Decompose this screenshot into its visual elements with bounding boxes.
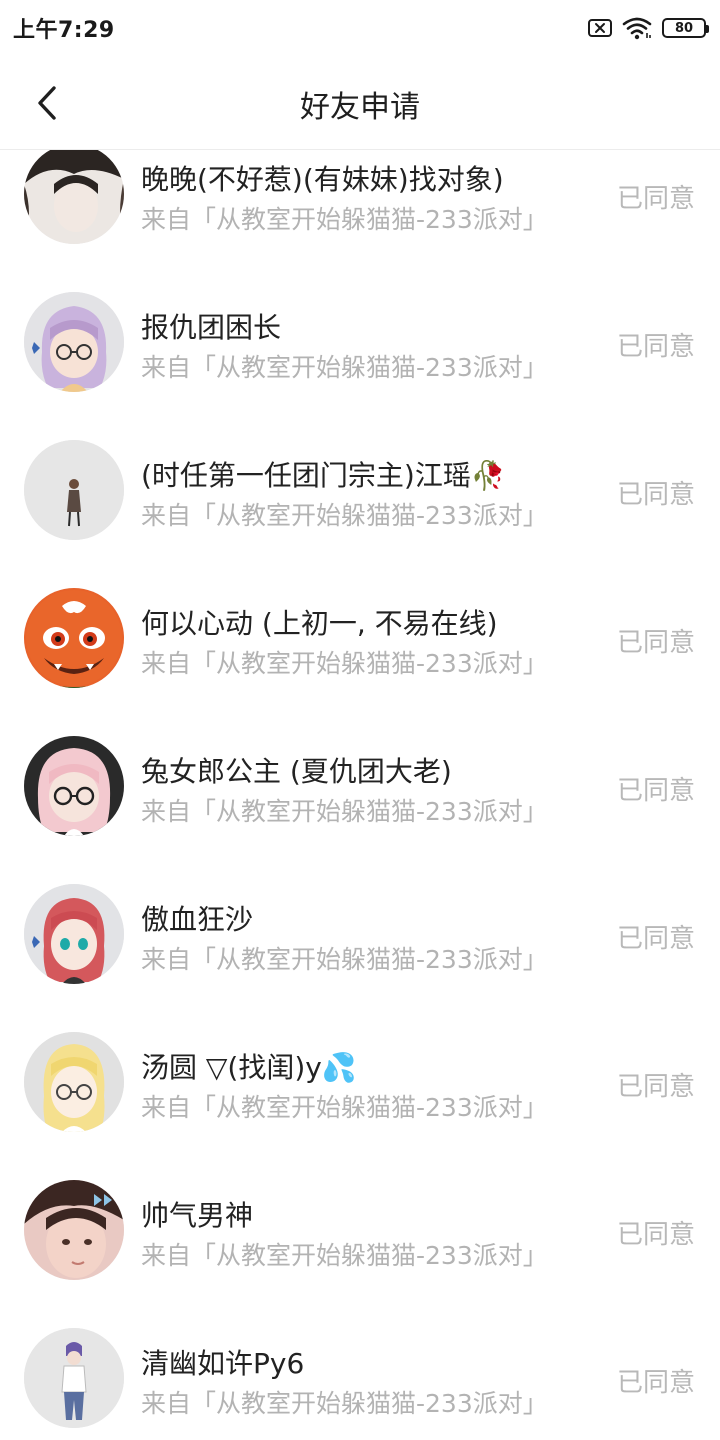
request-source: 来自「从教室开始躲猫猫-233派对」 [141, 353, 548, 382]
request-status: 已同意 [616, 1220, 695, 1250]
status-icons: 80 [588, 14, 709, 42]
request-status: 已同意 [616, 628, 695, 658]
friend-request-list[interactable]: 晚晚(不好惹)(有妹妹)找对象) 来自「从教室开始躲猫猫-233派对」 已同意 [0, 150, 720, 1440]
status-time: 上午7:29 [13, 18, 115, 43]
request-name: 汤圆 ▽(找闺)y💦 [141, 1051, 357, 1084]
avatar[interactable] [24, 292, 124, 392]
request-name: 兔女郎公主 (夏仇团大老) [141, 755, 452, 788]
avatar[interactable] [24, 1180, 124, 1280]
request-status: 已同意 [616, 480, 695, 510]
request-row[interactable]: 晚晚(不好惹)(有妹妹)找对象) 来自「从教室开始躲猫猫-233派对」 已同意 [0, 150, 720, 246]
battery-icon: 80 [662, 18, 709, 38]
page-title: 好友申请 [300, 90, 420, 125]
request-status: 已同意 [616, 776, 695, 806]
request-name: 报仇团困长 [141, 311, 282, 344]
avatar[interactable] [24, 1032, 124, 1132]
request-name: 傲血狂沙 [141, 903, 254, 936]
request-status: 已同意 [616, 184, 695, 214]
request-name: 帅气男神 [141, 1199, 254, 1232]
request-status: 已同意 [616, 1368, 695, 1398]
request-source: 来自「从教室开始躲猫猫-233派对」 [141, 797, 548, 826]
request-row[interactable]: 兔女郎公主 (夏仇团大老) 来自「从教室开始躲猫猫-233派对」 已同意 [0, 690, 720, 838]
request-name: 何以心动 (上初一, 不易在线) [141, 607, 498, 640]
sim-off-icon [588, 19, 612, 37]
request-source: 来自「从教室开始躲猫猫-233派对」 [141, 501, 548, 530]
nav-bar: 好友申请 [0, 56, 720, 150]
request-status: 已同意 [616, 1072, 695, 1102]
request-source: 来自「从教室开始躲猫猫-233派对」 [141, 945, 548, 974]
status-bar: 上午7:29 80 [0, 0, 720, 56]
request-row[interactable]: (时任第一任团门宗主)江瑶🥀 来自「从教室开始躲猫猫-233派对」 已同意 [0, 394, 720, 542]
avatar[interactable] [24, 588, 124, 688]
avatar[interactable] [24, 150, 124, 244]
request-source: 来自「从教室开始躲猫猫-233派对」 [141, 1093, 548, 1122]
battery-level: 80 [674, 20, 694, 36]
request-row[interactable]: 报仇团困长 来自「从教室开始躲猫猫-233派对」 已同意 [0, 246, 720, 394]
avatar[interactable] [24, 884, 124, 984]
wifi-icon [622, 17, 652, 40]
friend-requests-screen: 上午7:29 80 好友申请 晚晚(不好惹)(有妹妹)找对象) 来自「从教室开始… [0, 0, 720, 1440]
request-name: 晚晚(不好惹)(有妹妹)找对象) [141, 163, 504, 196]
request-name: 清幽如许Py6 [141, 1347, 305, 1380]
request-source: 来自「从教室开始躲猫猫-233派对」 [141, 205, 548, 234]
request-row[interactable]: 帅气男神 来自「从教室开始躲猫猫-233派对」 已同意 [0, 1134, 720, 1282]
request-row[interactable]: 傲血狂沙 来自「从教室开始躲猫猫-233派对」 已同意 [0, 838, 720, 986]
request-source: 来自「从教室开始躲猫猫-233派对」 [141, 1389, 548, 1418]
request-status: 已同意 [616, 332, 695, 362]
request-source: 来自「从教室开始躲猫猫-233派对」 [141, 1241, 548, 1270]
avatar[interactable] [24, 1328, 124, 1428]
request-row[interactable]: 清幽如许Py6 来自「从教室开始躲猫猫-233派对」 已同意 [0, 1282, 720, 1430]
request-status: 已同意 [616, 924, 695, 954]
request-name: (时任第一任团门宗主)江瑶🥀 [141, 459, 506, 492]
request-source: 来自「从教室开始躲猫猫-233派对」 [141, 649, 548, 678]
avatar[interactable] [24, 736, 124, 836]
request-row[interactable]: 何以心动 (上初一, 不易在线) 来自「从教室开始躲猫猫-233派对」 已同意 [0, 542, 720, 690]
request-row[interactable]: 汤圆 ▽(找闺)y💦 来自「从教室开始躲猫猫-233派对」 已同意 [0, 986, 720, 1134]
avatar[interactable] [24, 440, 124, 540]
